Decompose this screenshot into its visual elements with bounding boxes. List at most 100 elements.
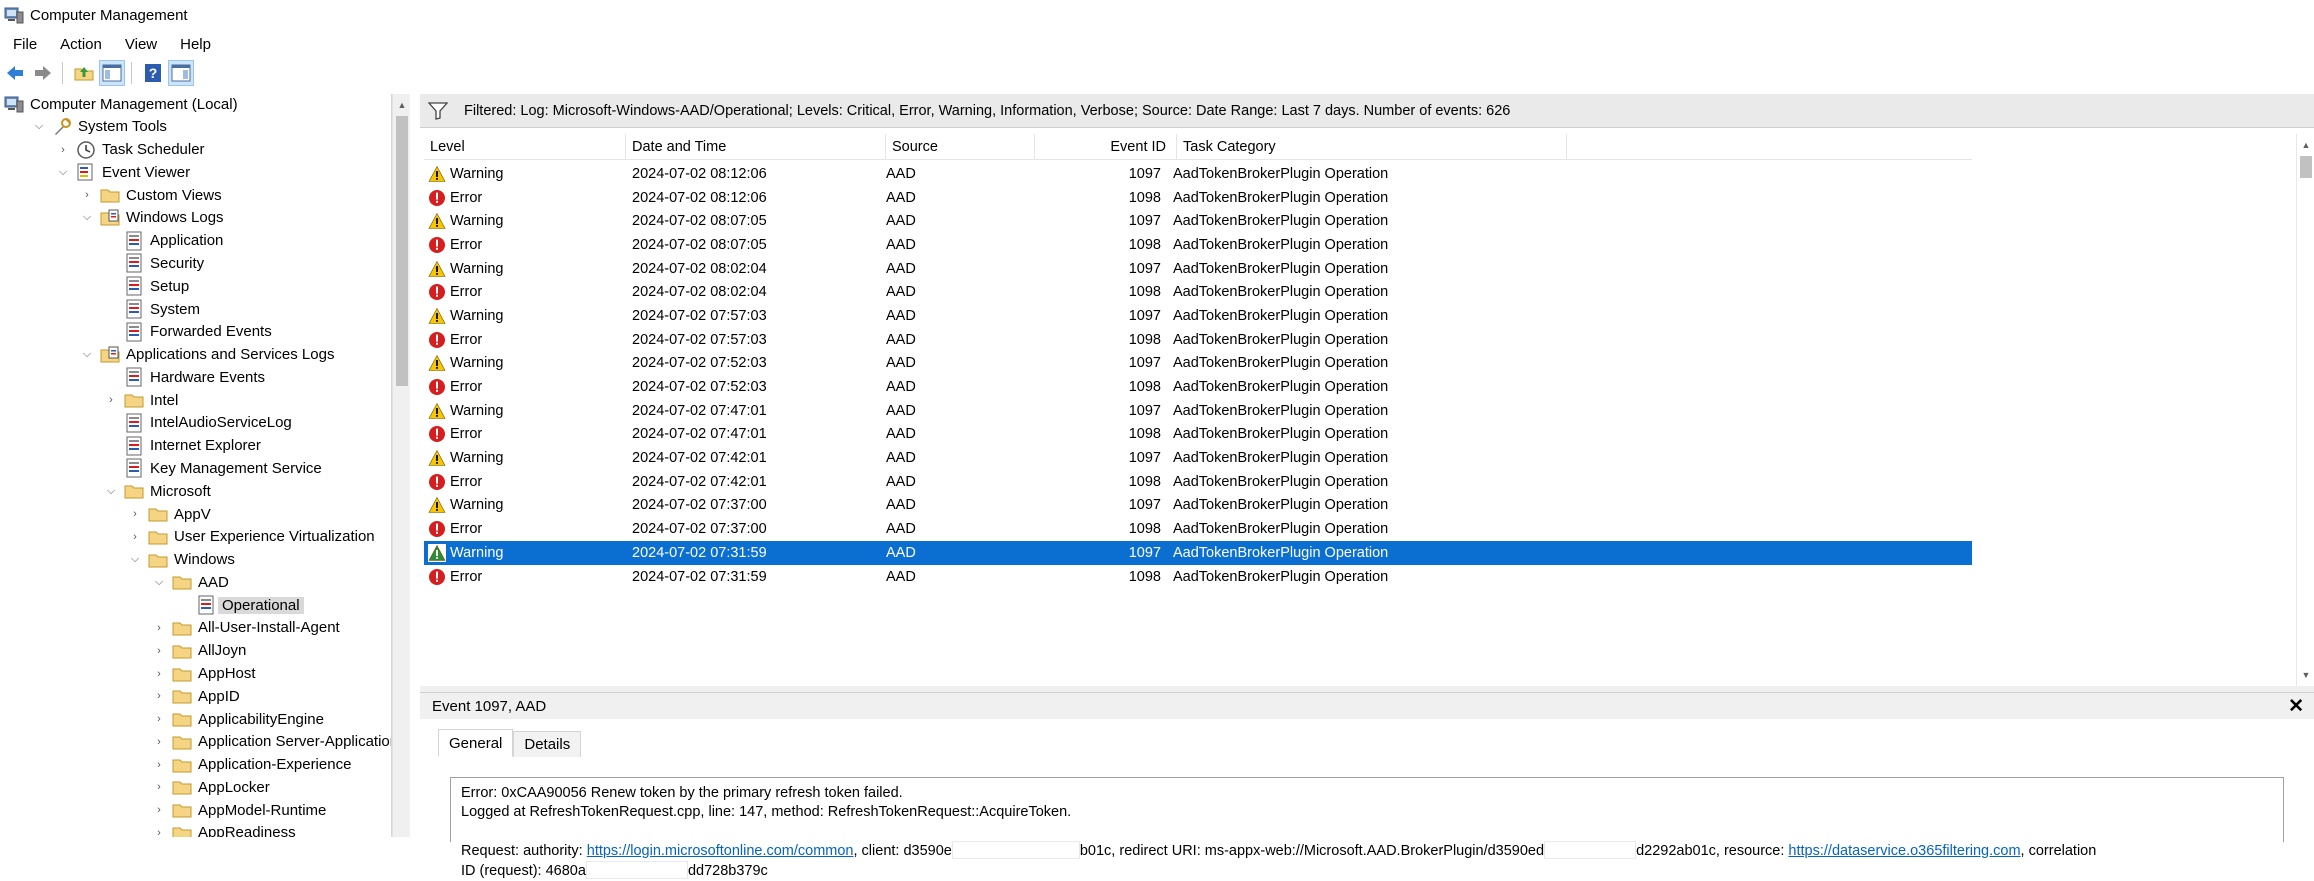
column-source[interactable]: Source — [886, 134, 1035, 160]
event-list-scrollbar[interactable]: ▲ ▼ — [2296, 134, 2314, 686]
menu-help[interactable]: Help — [167, 36, 221, 53]
tree-item[interactable]: ⌵ Windows Logs — [80, 207, 224, 229]
tree-item[interactable]: Setup — [104, 275, 189, 297]
event-row[interactable]: Error 2024-07-02 08:02:04 AAD 1098 AadTokenB… — [424, 280, 1972, 304]
scroll-up-icon[interactable]: ▲ — [2297, 136, 2314, 154]
up-one-level-button[interactable] — [71, 60, 97, 86]
event-row[interactable]: Warning 2024-07-02 07:42:01 AAD 1097 AadToke… — [424, 446, 1972, 470]
scrollbar-thumb[interactable] — [396, 116, 408, 386]
tree-item[interactable]: ⌵ Microsoft — [104, 480, 211, 502]
tree-item[interactable]: ⌵ Windows — [128, 549, 235, 571]
event-row[interactable]: Error 2024-07-02 07:31:59 AAD 1098 AadTokenB… — [424, 565, 1972, 589]
chevron-right-icon[interactable]: › — [152, 621, 166, 635]
chevron-down-icon[interactable]: ⌵ — [32, 120, 46, 134]
chevron-right-icon[interactable]: › — [128, 530, 142, 544]
tree-item[interactable]: › User Experience Virtualization — [128, 526, 375, 548]
tree-item[interactable]: › All-User-Install-Agent — [152, 617, 340, 639]
chevron-down-icon[interactable]: ⌵ — [56, 165, 70, 179]
tree-item[interactable]: › AppModel-Runtime — [152, 799, 326, 821]
event-row[interactable]: Warning 2024-07-02 07:57:03 AAD 1097 AadToke… — [424, 304, 1972, 328]
authority-link[interactable]: https://login.microsoftonline.com/common — [587, 843, 854, 859]
event-row[interactable]: Warning 2024-07-02 07:31:59 AAD 1097 AadToke… — [424, 541, 1972, 565]
chevron-down-icon[interactable]: ⌵ — [80, 211, 94, 225]
chevron-right-icon[interactable]: › — [152, 667, 166, 681]
scroll-down-icon[interactable]: ▼ — [2297, 666, 2314, 684]
tree-item[interactable]: › AppReadiness — [152, 822, 296, 837]
chevron-down-icon[interactable]: ⌵ — [128, 553, 142, 567]
chevron-right-icon[interactable]: › — [152, 803, 166, 817]
chevron-right-icon[interactable]: › — [152, 689, 166, 703]
chevron-down-icon[interactable]: ⌵ — [80, 348, 94, 362]
show-hide-action-pane-button[interactable] — [168, 60, 194, 86]
menu-view[interactable]: View — [112, 36, 167, 53]
show-hide-console-tree-button[interactable] — [99, 60, 125, 86]
tree-item[interactable]: System — [104, 298, 200, 320]
column-date-time[interactable]: Date and Time — [626, 134, 886, 160]
event-row[interactable]: Error 2024-07-02 07:47:01 AAD 1098 AadTokenB… — [424, 423, 1972, 447]
event-row[interactable]: Warning 2024-07-02 08:12:06 AAD 1097 AadToke… — [424, 162, 1972, 186]
tab-general[interactable]: General — [438, 729, 514, 757]
event-list[interactable]: Level Date and Time Source Event ID Task… — [420, 134, 2314, 686]
menu-action[interactable]: Action — [47, 36, 112, 53]
tab-details[interactable]: Details — [513, 731, 582, 757]
back-button[interactable] — [2, 60, 28, 86]
event-row[interactable]: Error 2024-07-02 07:42:01 AAD 1098 AadTokenB… — [424, 470, 1972, 494]
tree-item[interactable]: Operational — [176, 594, 304, 616]
tree-item[interactable]: › AppLocker — [152, 776, 270, 798]
tree-item[interactable]: › Custom Views — [80, 184, 221, 206]
chevron-right-icon[interactable]: › — [152, 758, 166, 772]
tree-item[interactable]: Security — [104, 252, 204, 274]
event-row[interactable]: Error 2024-07-02 08:12:06 AAD 1098 AadTokenB… — [424, 186, 1972, 210]
tree-item[interactable]: › AllJoyn — [152, 640, 246, 662]
tree-item[interactable]: ⌵ Event Viewer — [56, 161, 190, 183]
tree-item[interactable]: Computer Management (Local) — [4, 94, 238, 115]
chevron-right-icon[interactable]: › — [104, 393, 118, 407]
event-row[interactable]: Error 2024-07-02 07:57:03 AAD 1098 AadTokenB… — [424, 328, 1972, 352]
tree-item[interactable]: ⌵ Applications and Services Logs — [80, 344, 334, 366]
menu-file[interactable]: File — [0, 36, 47, 53]
close-icon[interactable]: ✕ — [2288, 695, 2304, 718]
console-tree-scrollbar[interactable]: ▲ — [392, 94, 410, 837]
event-row[interactable]: Warning 2024-07-02 08:02:04 AAD 1097 AadToke… — [424, 257, 1972, 281]
help-button[interactable]: ? — [140, 60, 166, 86]
resource-link[interactable]: https://dataservice.o365filtering.com — [1788, 843, 2020, 859]
event-row[interactable]: Error 2024-07-02 07:52:03 AAD 1098 AadTokenB… — [424, 375, 1972, 399]
tree-item[interactable]: › AppHost — [152, 663, 255, 685]
tree-item[interactable]: › Application Server-Applications — [152, 731, 391, 753]
tree-item[interactable]: › AppV — [128, 503, 211, 525]
event-row[interactable]: Warning 2024-07-02 07:52:03 AAD 1097 AadToke… — [424, 352, 1972, 376]
tree-item[interactable]: Forwarded Events — [104, 321, 272, 343]
chevron-down-icon[interactable]: ⌵ — [104, 484, 118, 498]
tree-item[interactable]: › Intel — [104, 389, 178, 411]
scrollbar-thumb[interactable] — [2300, 156, 2312, 178]
column-level[interactable]: Level — [424, 134, 626, 160]
scroll-up-icon[interactable]: ▲ — [393, 96, 411, 114]
console-tree[interactable]: Computer Management (Local) ⌵ System Tools… — [0, 94, 392, 837]
tree-item[interactable]: › AppID — [152, 685, 240, 707]
tree-item[interactable]: ⌵ AAD — [152, 571, 229, 593]
tree-item[interactable]: IntelAudioServiceLog — [104, 412, 292, 434]
tree-item[interactable]: › Application-Experience — [152, 754, 351, 776]
event-row[interactable]: Warning 2024-07-02 07:37:00 AAD 1097 AadToke… — [424, 494, 1972, 518]
chevron-right-icon[interactable]: › — [152, 735, 166, 749]
tree-item[interactable]: Hardware Events — [104, 366, 265, 388]
chevron-right-icon[interactable]: › — [56, 143, 70, 157]
forward-button[interactable] — [30, 60, 56, 86]
chevron-right-icon[interactable]: › — [152, 826, 166, 837]
event-message[interactable]: Error: 0xCAA90056 Renew token by the pri… — [461, 784, 2271, 881]
chevron-right-icon[interactable]: › — [152, 712, 166, 726]
tree-item[interactable]: › Task Scheduler — [56, 139, 205, 161]
chevron-right-icon[interactable]: › — [128, 507, 142, 521]
event-row[interactable]: Error 2024-07-02 07:37:00 AAD 1098 AadTokenB… — [424, 517, 1972, 541]
tree-item[interactable]: Application — [104, 230, 223, 252]
event-row[interactable]: Warning 2024-07-02 07:47:01 AAD 1097 AadToke… — [424, 399, 1972, 423]
event-row[interactable]: Warning 2024-07-02 08:07:05 AAD 1097 AadToke… — [424, 209, 1972, 233]
tree-item[interactable]: Key Management Service — [104, 457, 322, 479]
tree-item[interactable]: Internet Explorer — [104, 435, 261, 457]
column-event-id[interactable]: Event ID — [1035, 134, 1177, 160]
chevron-right-icon[interactable]: › — [152, 644, 166, 658]
chevron-down-icon[interactable]: ⌵ — [152, 575, 166, 589]
chevron-right-icon[interactable]: › — [80, 188, 94, 202]
tree-item[interactable]: ⌵ System Tools — [32, 116, 167, 138]
column-task-category[interactable]: Task Category — [1177, 134, 1567, 160]
